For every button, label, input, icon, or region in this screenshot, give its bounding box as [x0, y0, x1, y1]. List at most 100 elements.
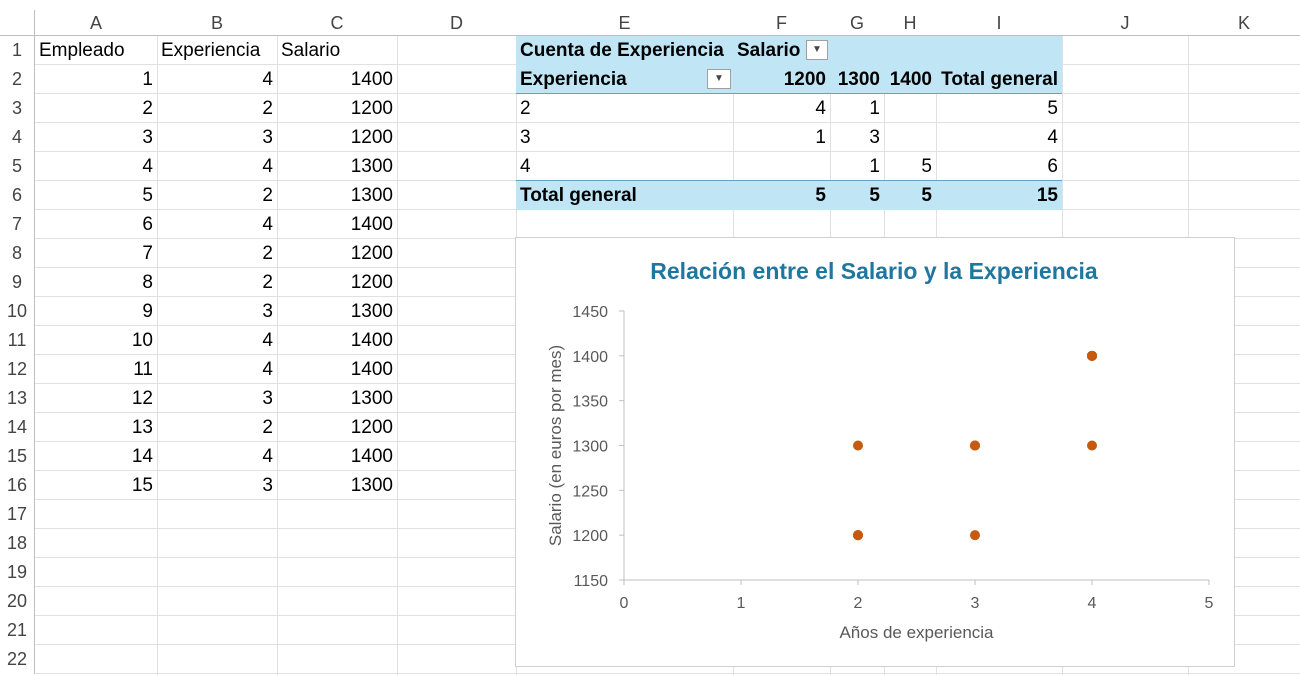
column-header-h[interactable]: H: [884, 10, 936, 36]
row-header-8[interactable]: 8: [0, 239, 35, 268]
pivot-col-header[interactable]: 1400: [884, 65, 936, 94]
pivot-row-label[interactable]: 2: [516, 94, 733, 123]
column-header-f[interactable]: F: [733, 10, 830, 36]
pivot-total-cell[interactable]: 5: [830, 181, 884, 210]
pivot-cell[interactable]: 4: [733, 94, 830, 123]
column-header-i[interactable]: I: [936, 10, 1062, 36]
row-header-6[interactable]: 6: [0, 181, 35, 210]
table-cell[interactable]: 2: [157, 413, 277, 442]
row-header-21[interactable]: 21: [0, 616, 35, 645]
pivot-row-field[interactable]: Experiencia: [516, 65, 733, 94]
pivot-cell[interactable]: 6: [936, 152, 1062, 181]
pivot-col-header[interactable]: 1300: [830, 65, 884, 94]
table-cell[interactable]: 1400: [277, 326, 397, 355]
pivot-cell[interactable]: 1: [733, 123, 830, 152]
table-cell[interactable]: 4: [35, 152, 157, 181]
table-cell[interactable]: 2: [157, 181, 277, 210]
pivot-row-label[interactable]: 4: [516, 152, 733, 181]
row-header-11[interactable]: 11: [0, 326, 35, 355]
column-header-c[interactable]: C: [277, 10, 397, 36]
table-cell[interactable]: 3: [157, 123, 277, 152]
table-cell[interactable]: 1400: [277, 210, 397, 239]
column-header-b[interactable]: B: [157, 10, 277, 36]
pivot-total-cell[interactable]: 5: [884, 181, 936, 210]
table-cell[interactable]: 2: [157, 239, 277, 268]
row-header-17[interactable]: 17: [0, 500, 35, 529]
row-header-4[interactable]: 4: [0, 123, 35, 152]
column-header-d[interactable]: D: [397, 10, 516, 36]
table-cell[interactable]: 1400: [277, 442, 397, 471]
table-cell[interactable]: 1300: [277, 471, 397, 500]
row-header-5[interactable]: 5: [0, 152, 35, 181]
row-header-3[interactable]: 3: [0, 94, 35, 123]
table-cell[interactable]: 15: [35, 471, 157, 500]
pivot-total-label[interactable]: Total general: [516, 181, 733, 210]
row-header-22[interactable]: 22: [0, 645, 35, 674]
table-cell[interactable]: 2: [35, 94, 157, 123]
pivot-cell[interactable]: [884, 94, 936, 123]
row-header-15[interactable]: 15: [0, 442, 35, 471]
table-cell[interactable]: 1200: [277, 268, 397, 297]
column-header-k[interactable]: K: [1188, 10, 1300, 36]
pivot-col-header[interactable]: 1200: [733, 65, 830, 94]
table-cell[interactable]: 1: [35, 65, 157, 94]
row-header-12[interactable]: 12: [0, 355, 35, 384]
table-cell[interactable]: 1300: [277, 297, 397, 326]
table-cell[interactable]: 4: [157, 210, 277, 239]
table-cell[interactable]: 1300: [277, 384, 397, 413]
column-header-a[interactable]: A: [35, 10, 157, 36]
table-cell[interactable]: 3: [35, 123, 157, 152]
table-cell[interactable]: 3: [157, 297, 277, 326]
pivot-row-label[interactable]: 3: [516, 123, 733, 152]
pivot-cell[interactable]: [884, 123, 936, 152]
table-cell[interactable]: 1200: [277, 239, 397, 268]
pivot-total-cell[interactable]: 15: [936, 181, 1062, 210]
column-filter-dropdown-icon[interactable]: ▼: [806, 40, 828, 60]
pivot-cell[interactable]: 3: [830, 123, 884, 152]
row-header-10[interactable]: 10: [0, 297, 35, 326]
pivot-cell[interactable]: [733, 152, 830, 181]
row-header-9[interactable]: 9: [0, 268, 35, 297]
column-header-g[interactable]: G: [830, 10, 884, 36]
table-header-salario[interactable]: Salario: [277, 36, 397, 65]
pivot-cell[interactable]: 1: [830, 94, 884, 123]
table-cell[interactable]: 1400: [277, 65, 397, 94]
table-cell[interactable]: 13: [35, 413, 157, 442]
table-cell[interactable]: 1300: [277, 152, 397, 181]
table-cell[interactable]: 14: [35, 442, 157, 471]
table-cell[interactable]: 4: [157, 152, 277, 181]
table-cell[interactable]: 3: [157, 471, 277, 500]
table-cell[interactable]: 2: [157, 268, 277, 297]
table-cell[interactable]: 1200: [277, 123, 397, 152]
table-cell[interactable]: 10: [35, 326, 157, 355]
column-header-e[interactable]: E: [516, 10, 733, 36]
table-cell[interactable]: 9: [35, 297, 157, 326]
table-cell[interactable]: 11: [35, 355, 157, 384]
table-cell[interactable]: 12: [35, 384, 157, 413]
table-cell[interactable]: 4: [157, 355, 277, 384]
row-header-7[interactable]: 7: [0, 210, 35, 239]
table-header-experiencia[interactable]: Experiencia: [157, 36, 277, 65]
row-header-1[interactable]: 1: [0, 36, 35, 65]
table-cell[interactable]: 5: [35, 181, 157, 210]
table-cell[interactable]: 1300: [277, 181, 397, 210]
select-all-corner[interactable]: [0, 10, 35, 36]
row-header-2[interactable]: 2: [0, 65, 35, 94]
row-header-18[interactable]: 18: [0, 529, 35, 558]
pivot-values-label[interactable]: Cuenta de Experiencia: [516, 36, 733, 65]
table-cell[interactable]: 2: [157, 94, 277, 123]
pivot-cell[interactable]: 5: [936, 94, 1062, 123]
row-header-20[interactable]: 20: [0, 587, 35, 616]
row-header-16[interactable]: 16: [0, 471, 35, 500]
pivot-cell[interactable]: 4: [936, 123, 1062, 152]
scatter-chart[interactable]: Relación entre el Salario y la Experienc…: [515, 237, 1235, 667]
pivot-cell[interactable]: 5: [884, 152, 936, 181]
row-header-13[interactable]: 13: [0, 384, 35, 413]
pivot-cell[interactable]: 1: [830, 152, 884, 181]
table-cell[interactable]: 4: [157, 326, 277, 355]
column-header-j[interactable]: J: [1062, 10, 1188, 36]
pivot-col-header[interactable]: Total general: [936, 65, 1062, 94]
table-cell[interactable]: 7: [35, 239, 157, 268]
table-cell[interactable]: 4: [157, 442, 277, 471]
pivot-total-cell[interactable]: 5: [733, 181, 830, 210]
